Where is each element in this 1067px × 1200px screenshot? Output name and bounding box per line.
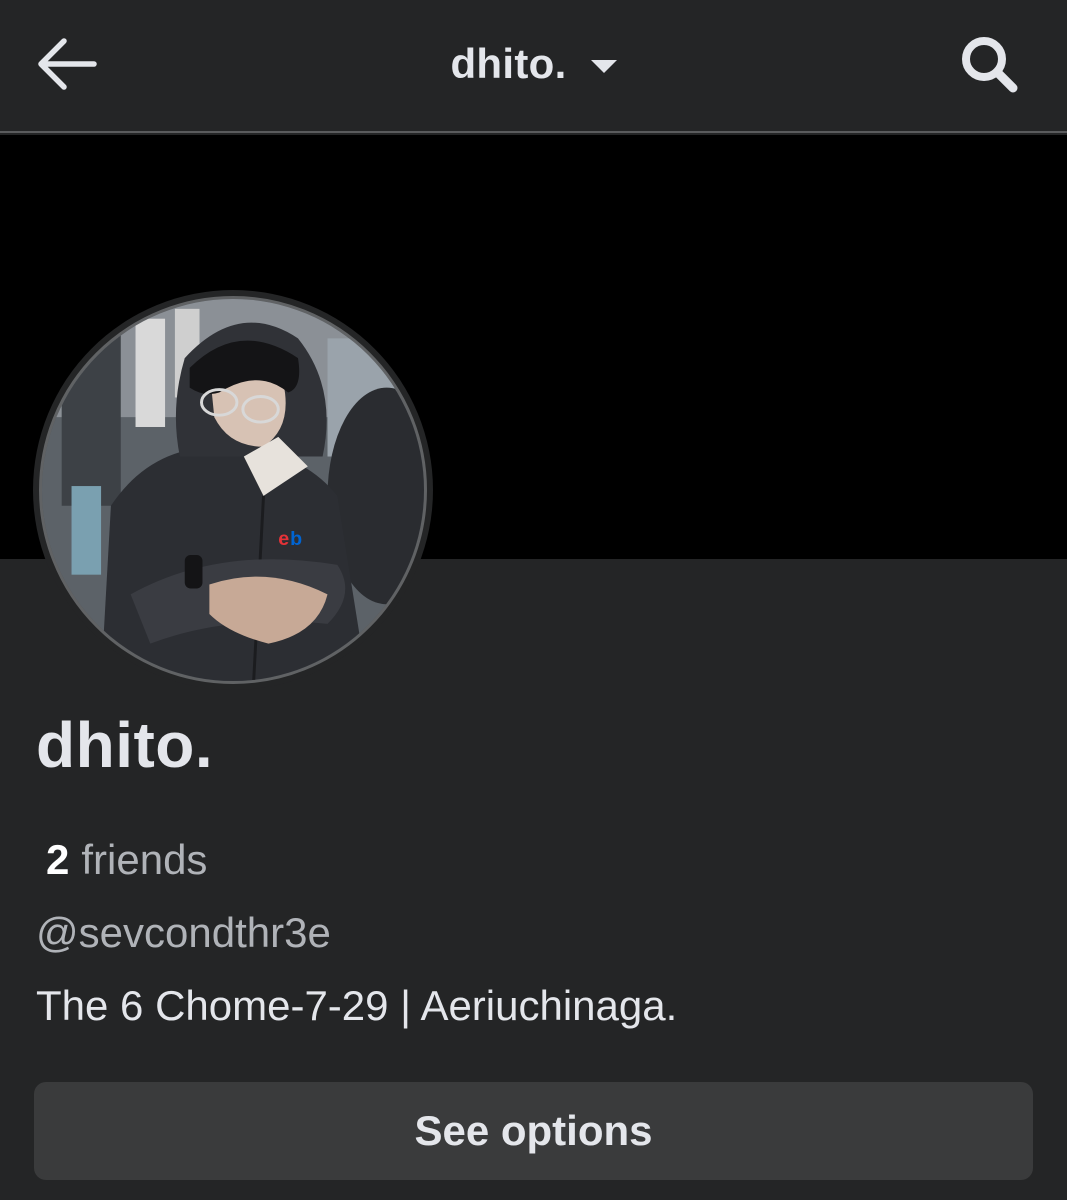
search-button[interactable] [953,30,1025,102]
avatar[interactable]: e b [33,290,433,690]
top-bar: dhito. [0,0,1067,133]
search-icon [957,32,1021,101]
friends-label: friends [81,836,208,883]
profile-picture: e b [39,296,427,684]
top-bar-title: dhito. [450,40,567,87]
friends-count-link[interactable]: 2 friends [46,836,207,884]
profile-switcher[interactable]: dhito. [0,40,1067,88]
profile-picture-image: e b [42,299,424,681]
svg-text:b: b [290,528,302,550]
see-options-button[interactable]: See options [34,1082,1033,1180]
svg-text:e: e [278,528,289,550]
friends-count: 2 [46,836,70,883]
profile-name: dhito. [36,709,214,781]
profile-page: dhito. e b dhito. 2 friends @sevcondthr3… [0,0,1067,1200]
profile-bio: The 6 Chome-7-29 | Aeriuchinaga. [36,982,678,1029]
username-handle: @sevcondthr3e [36,909,331,956]
caret-down-icon [590,59,617,73]
